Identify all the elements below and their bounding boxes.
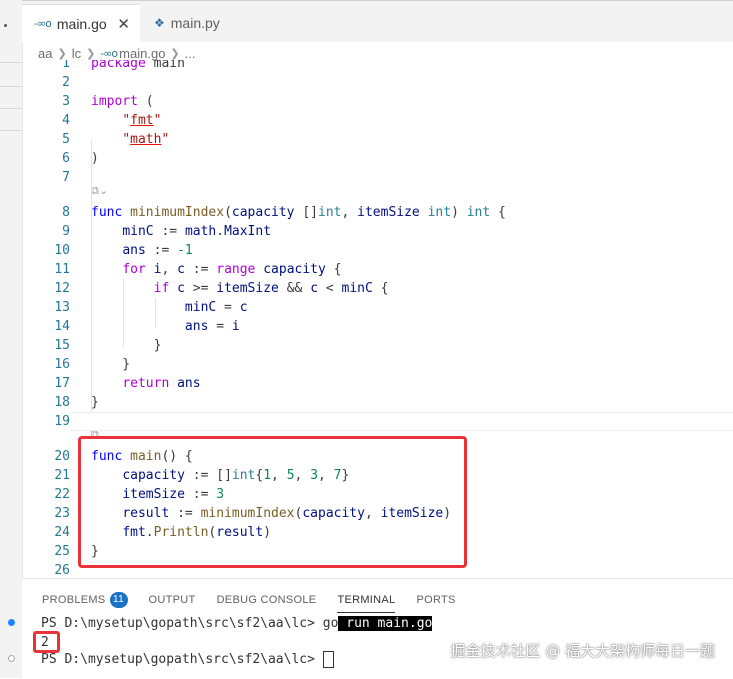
line-number: 20 bbox=[54, 449, 70, 464]
tab-debug-console[interactable]: DEBUG CONSOLE bbox=[217, 589, 317, 611]
activity-strip bbox=[0, 0, 23, 678]
line-number: 2 bbox=[62, 75, 70, 90]
line-number: 7 bbox=[62, 170, 70, 185]
code-line: } bbox=[91, 357, 131, 372]
line-number: 5 bbox=[62, 132, 70, 147]
breadcrumb-item[interactable]: ... bbox=[185, 46, 196, 61]
code-line: func minimumIndex(capacity []int, itemSi… bbox=[91, 205, 506, 220]
line-number: 15 bbox=[54, 338, 70, 353]
code-line: import ( bbox=[91, 94, 154, 109]
indent-guide bbox=[123, 279, 124, 347]
annotation-output-box bbox=[33, 631, 60, 653]
close-icon[interactable]: ✕ bbox=[117, 15, 130, 33]
code-line: "math" bbox=[122, 132, 170, 147]
indent-guide bbox=[91, 222, 92, 412]
divider bbox=[0, 62, 22, 63]
code-line: return ans bbox=[122, 376, 201, 391]
line-number: 4 bbox=[62, 113, 70, 128]
code-line: package main bbox=[91, 60, 185, 71]
tab-terminal[interactable]: TERMINAL bbox=[337, 589, 396, 613]
indent-guide bbox=[155, 298, 156, 328]
line-number: 25 bbox=[54, 544, 70, 559]
line-number: 13 bbox=[54, 300, 70, 315]
line-number: 24 bbox=[54, 525, 70, 540]
tab-problems[interactable]: PROBLEMS 11 bbox=[42, 589, 128, 611]
line-number: 18 bbox=[54, 395, 70, 410]
breadcrumb-item[interactable]: lc bbox=[72, 46, 81, 61]
editor-tab-bar: -∞o main.go ✕ ❖ main.py bbox=[22, 0, 733, 42]
line-number: 14 bbox=[54, 319, 70, 334]
code-line: minC = c bbox=[184, 300, 248, 315]
tab-main-py[interactable]: ❖ main.py bbox=[142, 4, 282, 42]
terminal-prompt[interactable]: PS D:\mysetup\gopath\src\sf2\aa\lc> bbox=[41, 651, 334, 668]
tab-main-go[interactable]: -∞o main.go ✕ bbox=[22, 4, 140, 42]
divider bbox=[0, 108, 22, 109]
tab-label: main.go bbox=[56, 15, 107, 32]
go-file-icon: -∞o bbox=[34, 17, 52, 30]
line-number: 6 bbox=[62, 151, 70, 166]
code-line: ) bbox=[91, 151, 99, 166]
tab-ports[interactable]: PORTS bbox=[416, 589, 455, 611]
current-line-highlight bbox=[71, 412, 733, 431]
go-file-icon: -∞o bbox=[100, 46, 118, 60]
terminal-line[interactable]: PS D:\mysetup\gopath\src\sf2\aa\lc> go r… bbox=[41, 616, 433, 631]
tab-label: main.py bbox=[170, 15, 220, 31]
line-number: 21 bbox=[54, 468, 70, 483]
command-pending-dot-icon bbox=[8, 655, 15, 662]
codelens-icon[interactable]: ⧉⌄ bbox=[91, 184, 108, 198]
more-icon[interactable] bbox=[4, 24, 7, 27]
code-line: minC := math.MaxInt bbox=[122, 224, 272, 239]
line-number: 17 bbox=[54, 376, 70, 391]
code-line: for i, c := range capacity { bbox=[122, 262, 342, 277]
tab-output[interactable]: OUTPUT bbox=[149, 589, 196, 611]
line-number: 12 bbox=[54, 281, 70, 296]
divider bbox=[0, 86, 22, 87]
breadcrumb-item[interactable]: aa bbox=[38, 46, 52, 61]
line-number: 19 bbox=[54, 414, 70, 429]
code-line: if c >= itemSize && c < minC { bbox=[153, 281, 389, 296]
code-line: ans := -1 bbox=[122, 243, 193, 258]
line-number: 11 bbox=[54, 262, 70, 277]
terminal-cursor bbox=[322, 651, 334, 668]
line-number: 8 bbox=[62, 205, 70, 220]
line-number: 1 bbox=[62, 60, 70, 71]
divider bbox=[0, 130, 22, 131]
python-file-icon: ❖ bbox=[154, 16, 165, 30]
annotation-highlight-box bbox=[78, 436, 467, 568]
chevron-right-icon: ❯ bbox=[170, 46, 180, 60]
line-number: 22 bbox=[54, 487, 70, 502]
chevron-right-icon: ❯ bbox=[86, 46, 96, 60]
command-success-dot-icon bbox=[8, 619, 15, 626]
code-line: ans = i bbox=[184, 319, 240, 334]
line-number: 23 bbox=[54, 506, 70, 521]
panel-tabs: PROBLEMS 11 OUTPUT DEBUG CONSOLE TERMINAL… bbox=[42, 589, 477, 613]
watermark: 掘金技术社区 @ 福大大架构师每日一题 bbox=[450, 642, 715, 660]
code-line: } bbox=[91, 338, 162, 353]
line-number: 26 bbox=[54, 563, 70, 578]
line-number: 10 bbox=[54, 243, 70, 258]
line-number: 3 bbox=[62, 94, 70, 109]
code-line: } bbox=[91, 395, 99, 410]
problems-count-badge: 11 bbox=[109, 592, 128, 608]
code-line: "fmt" bbox=[122, 113, 162, 128]
line-number: 9 bbox=[62, 224, 70, 239]
breadcrumb-item[interactable]: main.go bbox=[119, 46, 165, 61]
line-number: 16 bbox=[54, 357, 70, 372]
chevron-right-icon: ❯ bbox=[57, 46, 67, 60]
